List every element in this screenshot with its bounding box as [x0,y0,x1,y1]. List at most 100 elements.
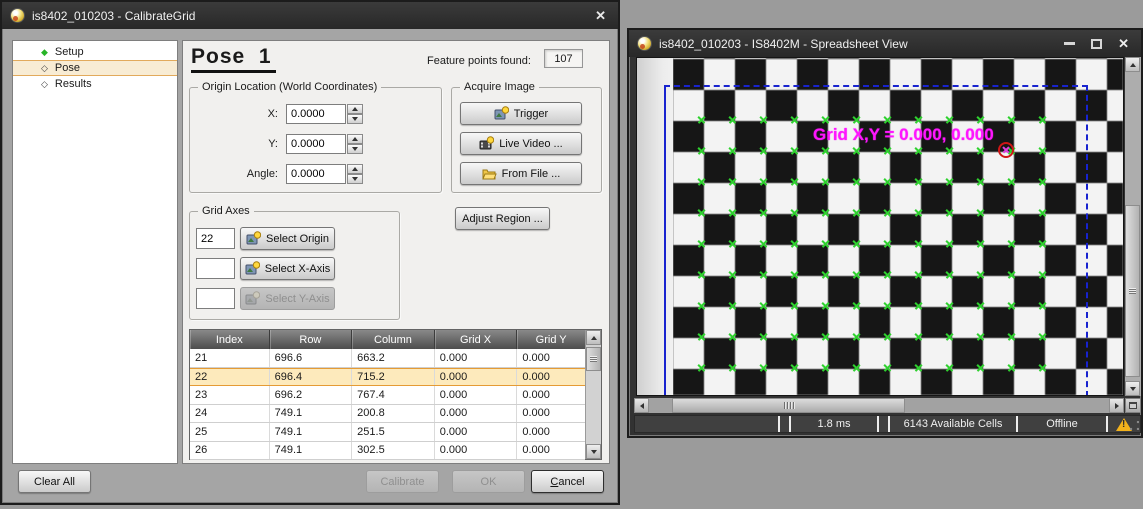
maximize-icon[interactable] [1091,39,1102,49]
feature-point-mark [945,332,954,341]
feature-point-mark [1038,239,1047,248]
status-connection: Offline [1018,416,1106,432]
y-label: Y: [190,138,278,150]
table-scrollbar[interactable] [585,330,601,459]
calibrate-grid-window: is8402_010203 - CalibrateGrid ✕ ◆ Setup … [0,0,620,505]
resize-grip-icon[interactable] [1130,421,1139,430]
table-row[interactable]: 25 749.1 251.5 0.000 0.000 [190,423,585,442]
scroll-right-icon[interactable] [1109,398,1124,413]
feature-point-mark [1038,115,1047,124]
cell-index: 26 [190,442,270,460]
angle-field[interactable] [286,164,346,184]
spreadsheet-titlebar[interactable]: is8402_010203 - IS8402M - Spreadsheet Vi… [629,30,1141,57]
select-origin-button[interactable]: Select Origin [240,227,335,250]
spin-up-icon[interactable] [347,164,363,174]
sidebar-item-pose[interactable]: ◇ Pose [13,60,177,76]
calibrate-titlebar[interactable]: is8402_010203 - CalibrateGrid ✕ [2,2,618,29]
table-row-selected[interactable]: 22 696.4 715.2 0.000 0.000 [190,368,585,387]
adjust-region-button[interactable]: Adjust Region ... [455,207,550,230]
camera-trigger-icon [494,106,509,121]
column-header[interactable]: Grid Y [517,330,585,349]
step-tree: ◆ Setup ◇ Pose ◇ Results [12,40,178,464]
column-header[interactable]: Index [190,330,270,349]
feature-point-mark [821,301,830,310]
scrollbar-thumb[interactable] [672,398,905,413]
vertical-scrollbar[interactable] [1125,57,1141,396]
cell-column: 663.2 [352,349,435,367]
spin-down-icon[interactable] [347,114,363,124]
ok-button: OK [452,470,525,493]
feature-points-table: Index Row Column Grid X Grid Y 21 696.6 … [189,329,602,460]
column-header[interactable]: Column [352,330,435,349]
table-row[interactable]: 26 749.1 302.5 0.000 0.000 [190,442,585,461]
feature-point-mark [976,115,985,124]
feature-point-mark [852,270,861,279]
scroll-down-icon[interactable] [1125,381,1140,396]
feature-point-mark [852,146,861,155]
scroll-left-icon[interactable] [634,398,649,413]
feature-point-mark [1007,270,1016,279]
cell-row: 749.1 [270,405,353,423]
view-corner-button[interactable] [1125,398,1141,413]
scrollbar-thumb[interactable] [1125,205,1140,377]
feature-point-mark [1007,332,1016,341]
scroll-down-icon[interactable] [586,444,601,459]
minimize-icon[interactable] [1064,42,1075,45]
sidebar-item-setup[interactable]: ◆ Setup [13,44,177,60]
x-axis-index-field[interactable] [196,258,235,279]
scrollbar-thumb[interactable] [586,347,601,371]
table-row[interactable]: 23 696.2 767.4 0.000 0.000 [190,386,585,405]
scroll-up-icon[interactable] [586,330,601,345]
close-icon[interactable]: ✕ [1118,37,1129,50]
x-label: X: [190,108,278,120]
button-label: Calibrate [380,476,424,488]
y-axis-index-field[interactable] [196,288,235,309]
spin-down-icon[interactable] [347,144,363,154]
cell-column: 767.4 [352,386,435,404]
scroll-up-icon[interactable] [1125,57,1140,72]
clear-all-button[interactable]: Clear All [18,470,91,493]
button-label: OK [481,476,497,488]
button-label: Select Y-Axis [265,293,329,305]
cell-grid-x: 0.000 [435,442,518,460]
cancel-button[interactable]: Cancel [531,470,604,493]
feature-point-mark [914,270,923,279]
page-title: Pose 1 [191,45,276,73]
feature-point-mark [883,208,892,217]
feature-point-mark [1007,301,1016,310]
x-field[interactable] [286,104,346,124]
trigger-button[interactable]: Trigger [460,102,582,125]
feature-point-mark [790,146,799,155]
y-field[interactable] [286,134,346,154]
group-title: Grid Axes [198,205,254,217]
spin-up-icon[interactable] [347,134,363,144]
table-row[interactable]: 21 696.6 663.2 0.000 0.000 [190,349,585,368]
from-file-button[interactable]: From File ... [460,162,582,185]
live-video-button[interactable]: Live Video ... [460,132,582,155]
feature-point-mark [945,270,954,279]
feature-point-mark [821,270,830,279]
cell-row: 749.1 [270,442,353,460]
feature-point-mark [945,177,954,186]
feature-point-mark [852,363,861,372]
image-viewport[interactable]: Grid X,Y = 0.000, 0.000 [636,57,1124,396]
status-separator [778,416,780,432]
feature-point-mark [883,177,892,186]
column-header[interactable]: Row [270,330,353,349]
cell-grid-y: 0.000 [517,386,585,404]
feature-point-mark [790,208,799,217]
close-icon[interactable]: ✕ [591,8,610,24]
horizontal-scrollbar[interactable] [634,398,1124,413]
spin-up-icon[interactable] [347,104,363,114]
select-x-axis-button[interactable]: Select X-Axis [240,257,335,280]
button-label: Select Origin [266,233,329,245]
cell-column: 251.5 [352,423,435,441]
app-icon [10,8,25,23]
origin-index-field[interactable] [196,228,235,249]
column-header[interactable]: Grid X [435,330,518,349]
spin-down-icon[interactable] [347,174,363,184]
origin-point-marker[interactable] [998,142,1014,158]
feature-point-mark [697,332,706,341]
table-row[interactable]: 24 749.1 200.8 0.000 0.000 [190,405,585,424]
sidebar-item-results[interactable]: ◇ Results [13,76,177,92]
